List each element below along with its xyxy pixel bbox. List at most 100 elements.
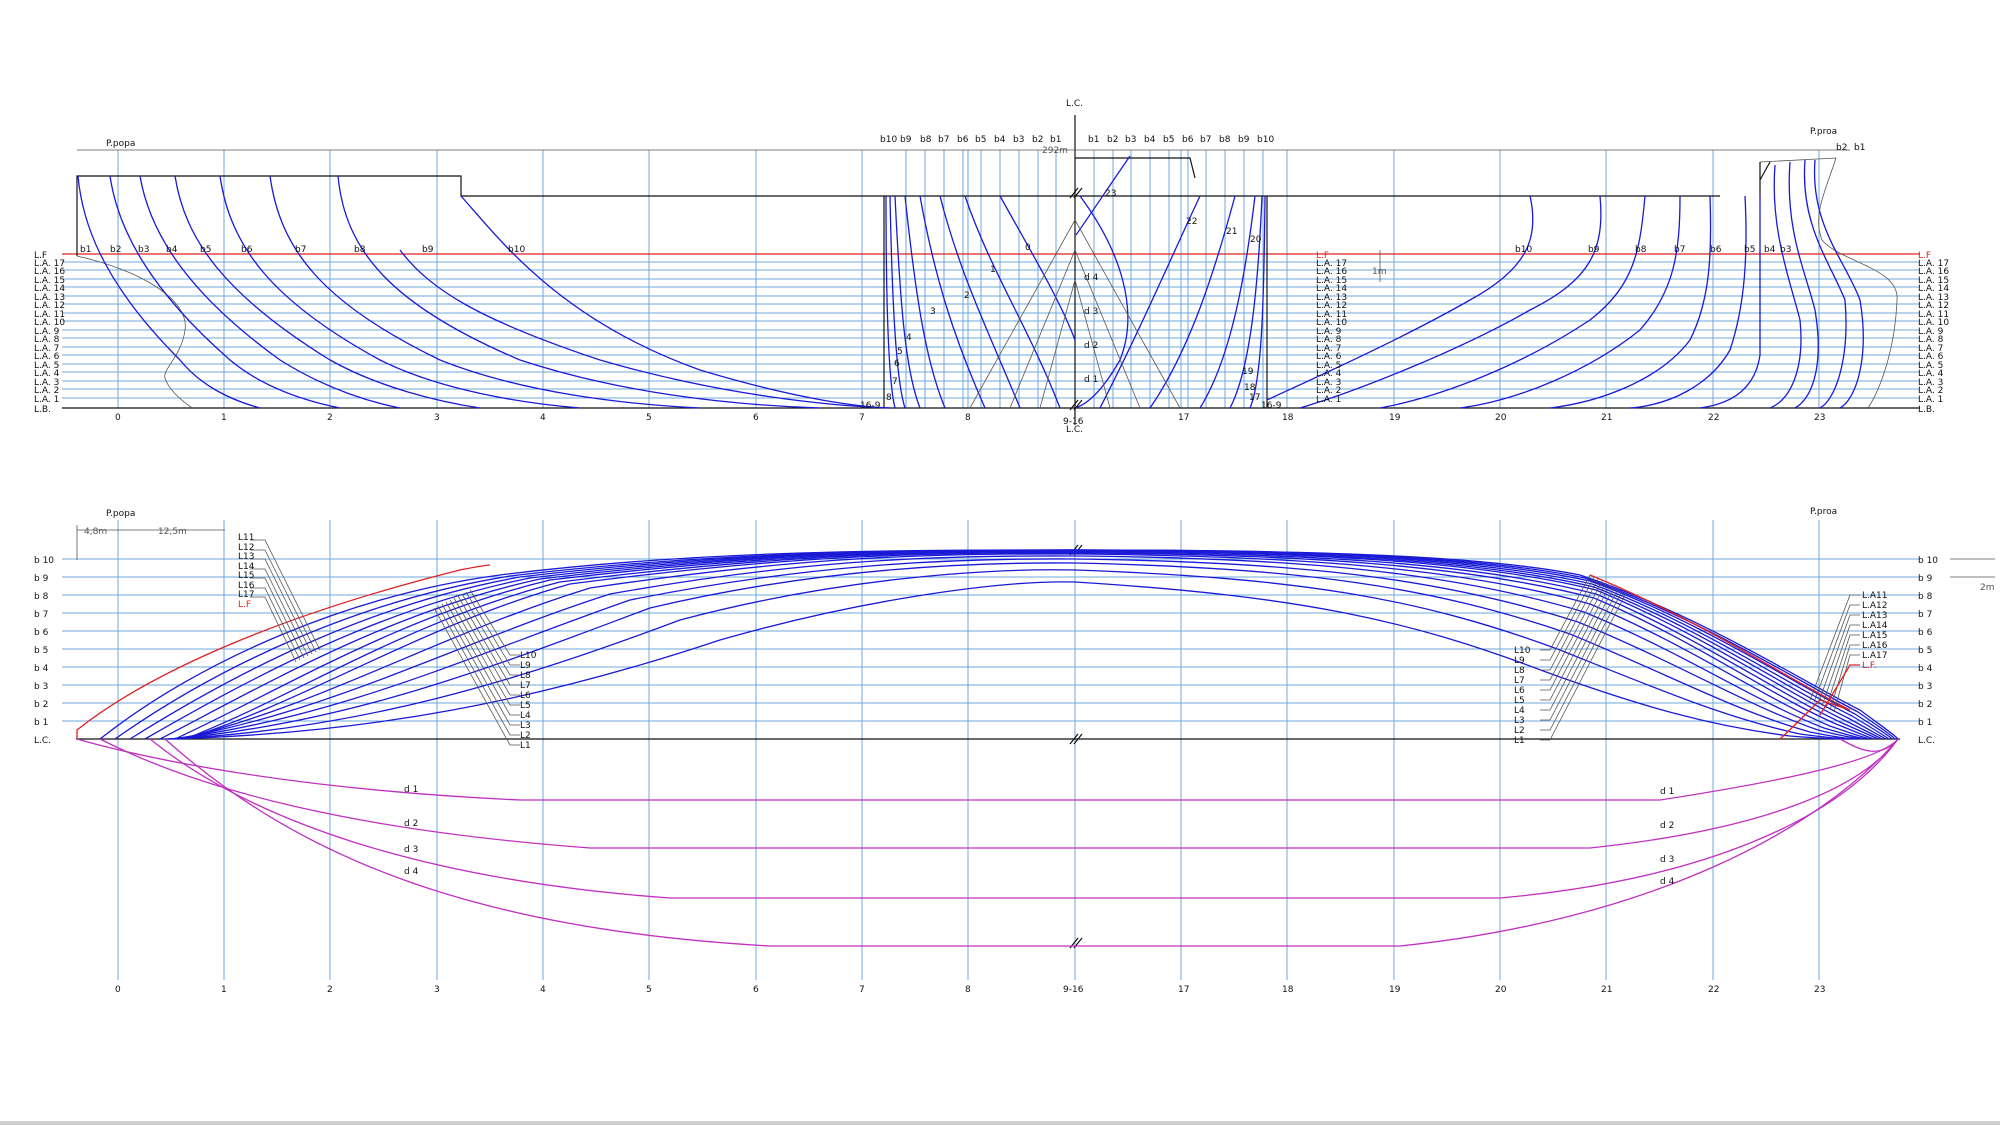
plan-wl-label: L2 (1514, 726, 1525, 736)
station-label: 5 (646, 985, 652, 995)
window-bottom-bar (0, 1121, 2000, 1125)
buttock-label: b9 (422, 245, 434, 255)
station-label: 23 (1814, 985, 1825, 995)
body-buttock-header: b4 (994, 135, 1006, 145)
station-label: 5 (646, 413, 652, 423)
station-label: 7 (859, 413, 865, 423)
plan-wl-label: L1 (520, 741, 531, 751)
body-buttock-header: b9 (900, 135, 912, 145)
plan-buttock-labels-right: b 10 b 9 b 8 b 7 b 6 b 5 b 4 b 3 b 2 b 1 (1918, 556, 1938, 728)
plan-wl-label: L17 (238, 590, 254, 600)
waterline-label: L.A. 1 (34, 395, 59, 405)
plan-wl-label: L1 (1514, 736, 1525, 746)
body-buttock-header: b10 (880, 135, 897, 145)
plan-buttock-label: b 4 (34, 664, 49, 674)
lb-label-left: L.B. (34, 405, 51, 415)
station-label: 0 (115, 413, 121, 423)
plan-diagonal-label: d 4 (1660, 877, 1675, 887)
body-buttock-header: b5 (1163, 135, 1174, 145)
plan-diagonal-labels-left: d 1 d 2 d 3 d 4 (404, 785, 419, 877)
plan-buttock-label: b 7 (34, 610, 48, 620)
station-label: 20 (1495, 985, 1507, 995)
station-label: 19 (1389, 985, 1401, 995)
bow-label-plan: P.proa (1810, 507, 1837, 517)
station-label: 4 (540, 413, 546, 423)
body-buttock-header: b9 (1238, 135, 1250, 145)
lc-label-top: L.C. (1066, 99, 1083, 109)
buttock-label: b4 (166, 245, 178, 255)
plan-buttock-label: b 6 (1918, 628, 1933, 638)
buttock-label: b6 (241, 245, 253, 255)
plan-wl-label: L7 (1514, 676, 1525, 686)
body-buttock-header: b4 (1144, 135, 1156, 145)
plan-wl-labels-right-top: L.A11 L.A12 L.A13 L.A14 L.A15 L.A16 L.A1… (1862, 591, 1888, 671)
plan-buttock-label: b 9 (34, 574, 49, 584)
station-label: 21 (1601, 985, 1612, 995)
body-station-labels: 0 1 2 3 4 5 6 7 8 16-9 23 22 21 20 19 18… (860, 189, 1282, 411)
body-station-label: 17 (1249, 393, 1260, 403)
fwd-buttock-curves (1266, 159, 1864, 409)
body-buttock-header: b6 (1182, 135, 1194, 145)
plan-wl-label: L8 (520, 671, 531, 681)
plan-wl-label: L9 (1514, 656, 1525, 666)
body-station-label: 1 (990, 265, 996, 275)
plan-wl-label: L.A11 (1862, 591, 1887, 601)
body-station-label: 8 (886, 393, 892, 403)
station-label: 20 (1495, 413, 1507, 423)
station-label: 3 (434, 985, 440, 995)
body-buttock-header: b2 (1107, 135, 1118, 145)
station-label: 22 (1708, 413, 1719, 423)
body-diagonal-label: d 2 (1084, 341, 1098, 351)
station-label: 2 (327, 985, 333, 995)
plan-wl-label: L4 (520, 711, 531, 721)
dim-12-5m: 12,5m (158, 527, 187, 537)
plan-buttock-label: b 6 (34, 628, 49, 638)
plan-buttock-label: b 9 (1918, 574, 1933, 584)
plan-wl-label: L6 (520, 691, 531, 701)
plan-diagonal-label: d 2 (1660, 821, 1674, 831)
dim-4-8m: 4,8m (84, 527, 107, 537)
body-station-label: 16-9 (860, 401, 881, 411)
body-buttock-header: b1 (1088, 135, 1099, 145)
body-buttock-header: b8 (920, 135, 932, 145)
plan-wl-label: L.F. (1862, 661, 1876, 671)
station-label: 19 (1389, 413, 1401, 423)
plan-wl-label: L4 (1514, 706, 1525, 716)
buttock-label: b8 (354, 245, 366, 255)
plan-buttock-label: b 8 (1918, 592, 1933, 602)
length-dimension: 292m (1042, 146, 1068, 156)
plan-buttock-label: b 5 (1918, 646, 1932, 656)
plan-wl-label: L10 (1514, 646, 1531, 656)
body-diagonal-label: d 3 (1084, 307, 1098, 317)
station-label: 21 (1601, 413, 1612, 423)
plan-wl-label: L8 (1514, 666, 1525, 676)
buttock-label: b5 (200, 245, 211, 255)
plan-wl-label: L5 (1514, 696, 1525, 706)
plan-wl-labels-left-low: L10 L9 L8 L7 L6 L5 L4 L3 L2 L1 (520, 651, 537, 751)
station-label: 17 (1178, 985, 1189, 995)
stern-label-plan: P.popa (106, 509, 135, 519)
aft-buttock-curves (77, 175, 891, 409)
station-label: 18 (1282, 985, 1294, 995)
plan-diagonal-label: d 3 (1660, 855, 1674, 865)
plan-wl-label: L6 (1514, 686, 1525, 696)
plan-wl-label: L13 (238, 552, 254, 562)
body-station-label: 7 (892, 377, 898, 387)
buttock-label: b10 (1515, 245, 1532, 255)
plan-diagonal-curves (76, 738, 1899, 947)
buttock-label: b8 (1635, 245, 1647, 255)
plan-buttock-label: b 1 (34, 718, 48, 728)
station-label: 8 (965, 985, 971, 995)
station-label: 9-16 (1063, 985, 1084, 995)
body-buttock-header: b7 (1200, 135, 1211, 145)
plan-buttock-label: b 2 (1918, 700, 1932, 710)
station-labels-plan: 0 1 2 3 4 5 6 7 8 9-16 17 18 19 20 21 22… (115, 985, 1825, 995)
station-label: 2 (327, 413, 333, 423)
buttock-label: b3 (138, 245, 149, 255)
plan-wl-label: L11 (238, 533, 254, 543)
station-label: 6 (753, 985, 759, 995)
stern-label-profile: P.popa (106, 139, 135, 149)
lb-label-right: L.B. (1918, 405, 1935, 415)
plan-wl-label: L3 (520, 721, 531, 731)
plan-wl-label: L3 (1514, 716, 1525, 726)
